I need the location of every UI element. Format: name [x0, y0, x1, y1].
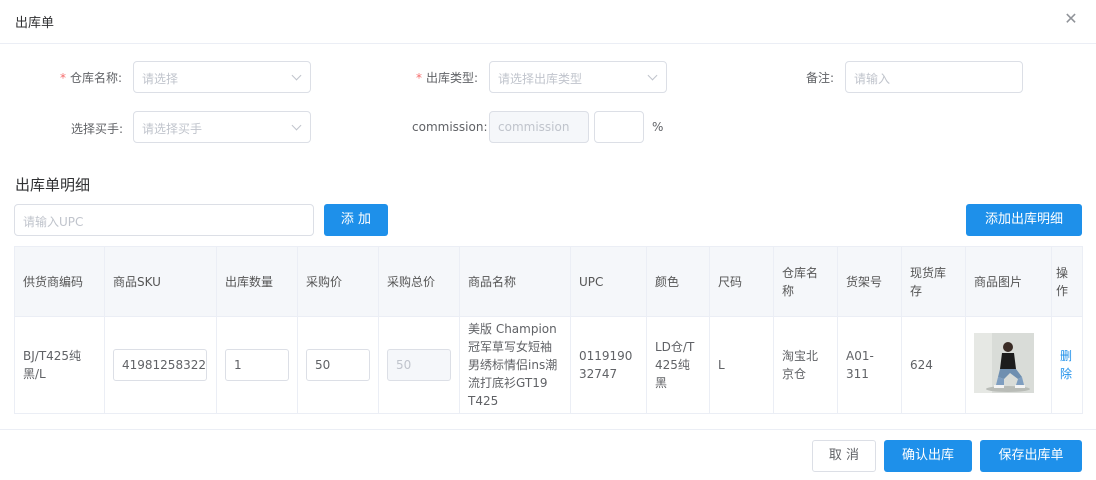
col-header: 颜色 [646, 246, 710, 317]
warehouse-cell: 淘宝北京仓 [773, 316, 838, 414]
total-price-input: 50 [387, 349, 451, 381]
shelf-cell: A01-311 [837, 316, 902, 414]
size-cell: L [709, 316, 774, 414]
commission-input-placeholder: commission [498, 120, 570, 134]
col-header: 商品名称 [459, 246, 571, 317]
sku-input[interactable]: 4198125832289 [113, 349, 207, 381]
out-type-select[interactable]: 请选择出库类型 [489, 61, 667, 93]
table-row: BJ/T425纯黑/L 4198125832289 1 50 50 美版 Cha… [14, 316, 1083, 414]
table-header-row: 供货商编码 商品SKU 出库数量 采购价 采购总价 商品名称 UPC 颜色 尺码… [14, 246, 1083, 317]
chevron-down-icon [291, 70, 302, 81]
footer-divider [0, 429, 1096, 430]
buyer-select-placeholder: 请选择买手 [142, 122, 203, 136]
commission-label: commission: [412, 120, 488, 134]
product-image [974, 332, 1034, 393]
warehouse-label: * 仓库名称: [60, 71, 123, 85]
chevron-down-icon [647, 70, 658, 81]
upc-search-input[interactable]: 请输入UPC [14, 204, 314, 236]
buyer-select[interactable]: 请选择买手 [133, 111, 311, 143]
col-header: 货架号 [837, 246, 902, 317]
cancel-button[interactable]: 取 消 [812, 440, 876, 472]
warehouse-select-placeholder: 请选择 [142, 72, 179, 86]
remark-input[interactable]: 请输入 [845, 61, 1023, 93]
product-name-cell: 美版 Champion冠军草写女短袖男绣标情侣ins潮流打底衫GT19 T425 [459, 316, 571, 414]
dialog-title: 出库单 [15, 16, 55, 31]
price-input[interactable]: 50 [306, 349, 370, 381]
col-header: 仓库名称 [773, 246, 838, 317]
col-header: 采购总价 [378, 246, 460, 317]
remark-input-placeholder: 请输入 [854, 72, 891, 86]
delete-link[interactable]: 删除 [1060, 349, 1072, 381]
detail-section-title: 出库单明细 [15, 176, 91, 194]
detail-table: 供货商编码 商品SKU 出库数量 采购价 采购总价 商品名称 UPC 颜色 尺码… [14, 246, 1083, 414]
out-type-select-placeholder: 请选择出库类型 [498, 72, 583, 86]
col-header: 供货商编码 [14, 246, 105, 317]
commission-percent-input[interactable] [594, 111, 644, 143]
remark-label: 备注: [806, 71, 835, 85]
col-header: 采购价 [297, 246, 379, 317]
col-header: 出库数量 [216, 246, 298, 317]
dialog-header: 出库单 ✕ [0, 0, 1096, 44]
col-header: 现货库存 [901, 246, 966, 317]
save-outbound-button[interactable]: 保存出库单 [980, 440, 1082, 472]
qty-input[interactable]: 1 [225, 349, 289, 381]
percent-symbol: % [652, 120, 664, 134]
col-header: 商品SKU [104, 246, 217, 317]
commission-input: commission [489, 111, 589, 143]
upc-cell: 011919032747 [570, 316, 647, 414]
chevron-down-icon [291, 120, 302, 131]
warehouse-select[interactable]: 请选择 [133, 61, 311, 93]
stock-cell: 624 [901, 316, 966, 414]
add-button[interactable]: 添 加 [324, 204, 388, 236]
close-icon[interactable]: ✕ [1062, 10, 1080, 28]
out-type-label: * 出库类型: [416, 71, 479, 85]
col-header: 尺码 [709, 246, 774, 317]
confirm-outbound-button[interactable]: 确认出库 [884, 440, 972, 472]
col-header: 商品图片 [965, 246, 1052, 317]
add-detail-button[interactable]: 添加出库明细 [966, 204, 1082, 236]
upc-input-placeholder: 请输入UPC [23, 215, 84, 229]
supplier-code-cell: BJ/T425纯黑/L [14, 316, 105, 414]
color-cell: LD仓/T425纯黑 [646, 316, 710, 414]
col-header: UPC [570, 246, 647, 317]
buyer-label: 选择买手: [71, 122, 124, 136]
col-header: 操作 [1051, 246, 1083, 317]
